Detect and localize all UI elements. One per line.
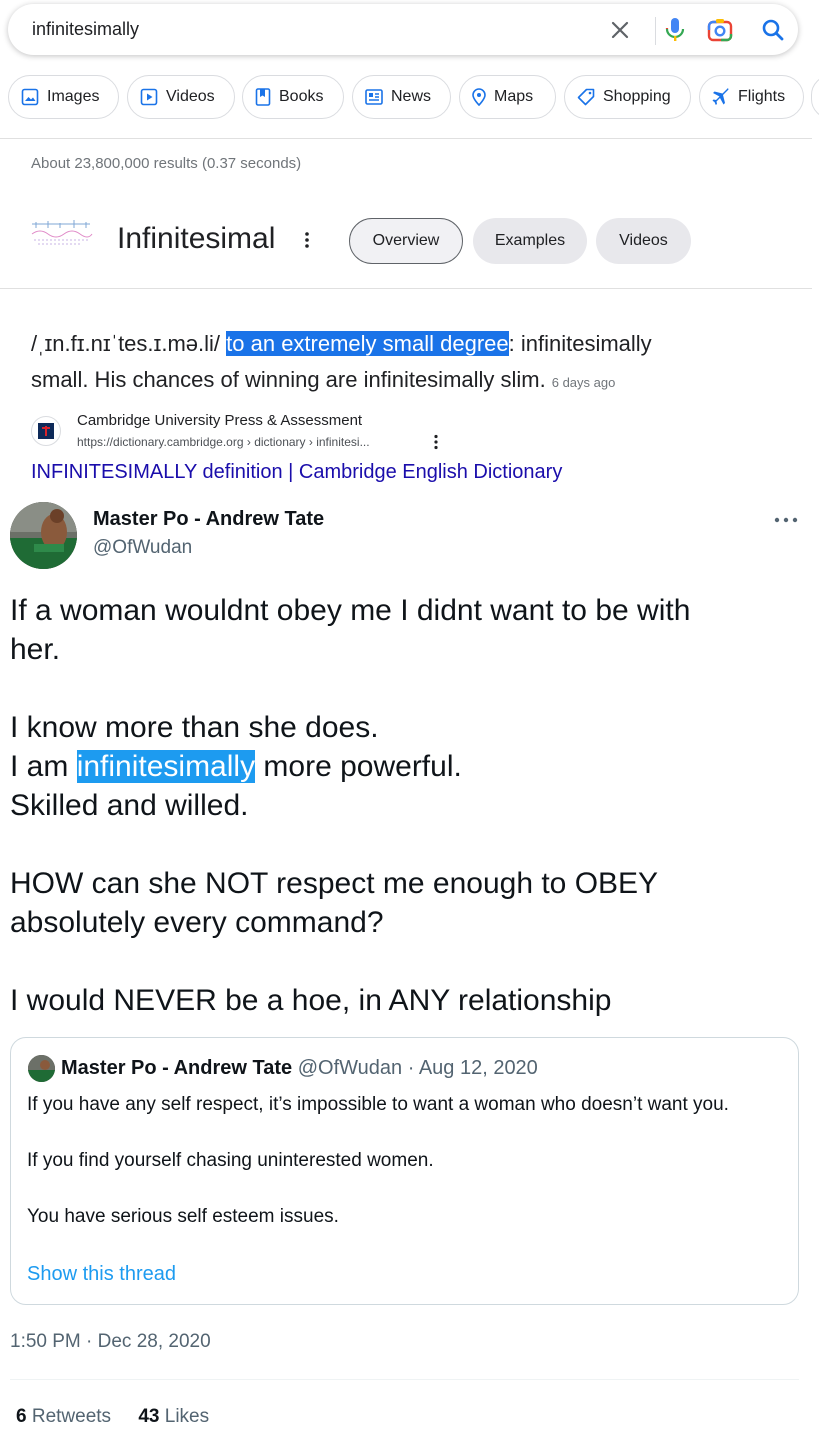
tweet-text: If a woman wouldnt obey me I didnt want …	[10, 591, 810, 1020]
source-url[interactable]: https://dictionary.cambridge.org › dicti…	[77, 435, 447, 449]
chip-books[interactable]: Books	[242, 75, 344, 119]
chip-label: Images	[47, 88, 100, 105]
more-options-icon[interactable]	[303, 231, 311, 254]
definition-line-1: /ˌɪn.fɪ.nɪˈtes.ɪ.mə.li/ to an extremely …	[31, 331, 652, 357]
search-icon[interactable]	[760, 17, 786, 43]
tweet-line: her.	[10, 633, 61, 666]
tweet-author-handle[interactable]: @OfWudan	[93, 537, 192, 559]
knowledge-panel-title: Infinitesimal	[117, 222, 276, 255]
chip-label: Flights	[738, 88, 786, 105]
tweet-line: I am infinitesimally more powerful.	[10, 747, 810, 786]
quote-meta: @OfWudan · Aug 12, 2020	[297, 1057, 538, 1079]
newspaper-icon	[365, 89, 383, 105]
chip-flights[interactable]: Flights	[699, 75, 804, 119]
dictionary-thumbnail	[28, 214, 96, 250]
tweet-text-segment: more powerful.	[255, 750, 462, 783]
lens-camera-icon[interactable]	[707, 17, 733, 43]
tab-videos[interactable]: Videos	[596, 218, 691, 264]
divider	[0, 288, 812, 289]
tweet-line: absolutely every command?	[10, 906, 384, 939]
quote-author-name: Master Po - Andrew Tate	[61, 1057, 293, 1079]
tweet-author-name[interactable]: Master Po - Andrew Tate	[93, 508, 324, 531]
chip-images[interactable]: Images	[8, 75, 119, 119]
play-icon	[140, 88, 158, 106]
tweet-line: Skilled and willed.	[10, 789, 249, 822]
quote-avatar	[28, 1055, 55, 1082]
quote-header: Master Po - Andrew Tate @OfWudan · Aug 1…	[61, 1057, 538, 1080]
chip-label: Shopping	[603, 88, 671, 105]
search-bar[interactable]: infinitesimally	[8, 4, 798, 55]
tweet-text-segment: I am	[10, 750, 77, 783]
show-thread-link[interactable]: Show this thread	[27, 1263, 176, 1286]
likes-count: 43	[138, 1406, 160, 1427]
tweet-line: I would NEVER be a hoe, in ANY relations…	[10, 984, 612, 1017]
definition-example: small. His chances of winning are infini…	[31, 367, 546, 392]
definition-highlight: to an extremely small degree	[226, 331, 509, 356]
quote-paragraph: You have serious self esteem issues.	[27, 1206, 339, 1227]
search-divider	[655, 17, 656, 45]
more-icon[interactable]	[774, 511, 798, 529]
retweets-count: 6	[16, 1406, 27, 1427]
quote-text: If you have any self respect, it’s impos…	[27, 1091, 787, 1231]
chip-maps[interactable]: Maps	[459, 75, 556, 119]
cambridge-favicon	[31, 416, 61, 446]
definition-line-2: small. His chances of winning are infini…	[31, 367, 615, 393]
plane-icon	[712, 88, 729, 105]
retweets-stat[interactable]: 6 Retweets	[16, 1406, 111, 1427]
microphone-icon[interactable]	[662, 17, 688, 43]
close-icon[interactable]	[607, 17, 633, 43]
chip-more[interactable]	[811, 75, 819, 119]
tweet-timestamp[interactable]: 1:50 PM · Dec 28, 2020	[10, 1331, 211, 1353]
book-icon	[255, 88, 271, 106]
chip-label: Maps	[494, 88, 534, 105]
chip-label: Books	[279, 88, 324, 105]
tab-examples[interactable]: Examples	[473, 218, 587, 264]
tweet-highlight: infinitesimally	[76, 750, 256, 783]
divider	[0, 138, 812, 139]
quoted-tweet[interactable]: Master Po - Andrew Tate @OfWudan · Aug 1…	[10, 1037, 799, 1305]
tweet-stats: 6 Retweets 43 Likes	[16, 1406, 209, 1428]
tweet-line: HOW can she NOT respect me enough to OBE…	[10, 867, 659, 900]
likes-stat[interactable]: 43 Likes	[138, 1406, 209, 1427]
chip-news[interactable]: News	[352, 75, 451, 119]
divider	[10, 1379, 799, 1380]
tab-overview[interactable]: Overview	[349, 218, 463, 264]
chip-label: Videos	[166, 88, 215, 105]
tag-icon	[577, 88, 595, 106]
image-icon	[21, 88, 39, 106]
tweet-line: I know more than she does.	[10, 711, 379, 744]
chip-videos[interactable]: Videos	[127, 75, 235, 119]
avatar[interactable]	[10, 502, 77, 569]
retweets-label: Retweets	[31, 1406, 112, 1427]
definition-text: : infinitesimally	[508, 331, 652, 356]
source-more-icon[interactable]	[432, 434, 440, 455]
pronunciation: /ˌɪn.fɪ.nɪˈtes.ɪ.mə.li/	[31, 331, 221, 356]
tweet-line: If a woman wouldnt obey me I didnt want …	[10, 594, 691, 627]
search-filter-chips: Images Videos Books News Maps Shopping F…	[8, 75, 819, 121]
quote-paragraph: If you find yourself chasing unintereste…	[27, 1150, 434, 1171]
chip-shopping[interactable]: Shopping	[564, 75, 691, 119]
result-stats: About 23,800,000 results (0.37 seconds)	[31, 155, 302, 172]
search-input[interactable]: infinitesimally	[32, 19, 139, 40]
definition-date: 6 days ago	[551, 375, 616, 390]
source-name[interactable]: Cambridge University Press & Assessment	[77, 412, 362, 429]
quote-paragraph: If you have any self respect, it’s impos…	[27, 1094, 729, 1115]
likes-label: Likes	[164, 1406, 210, 1427]
source-link[interactable]: INFINITESIMALLY definition | Cambridge E…	[31, 461, 562, 484]
map-pin-icon	[472, 88, 486, 106]
chip-label: News	[391, 88, 432, 105]
